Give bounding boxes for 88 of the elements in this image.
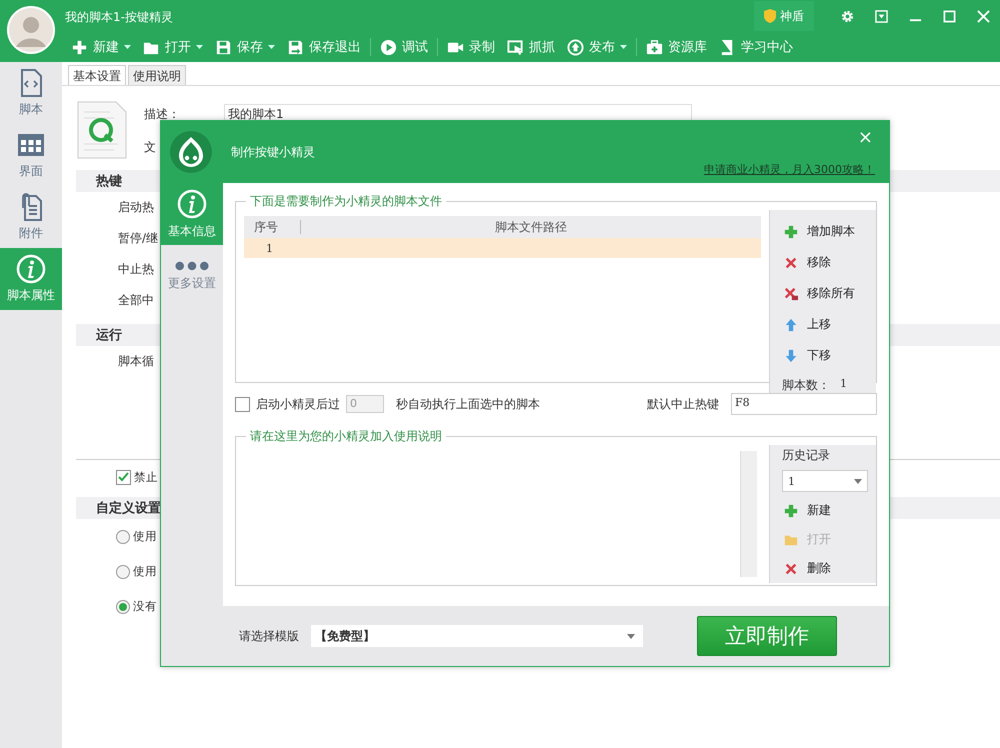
checkbox[interactable] xyxy=(235,396,250,412)
avatar[interactable] xyxy=(7,6,55,54)
radio-button[interactable] xyxy=(116,564,130,578)
close-button[interactable]: × xyxy=(856,127,875,148)
dialog-title: 制作按键小精灵 xyxy=(231,144,315,160)
action-button[interactable]: 删除 xyxy=(782,554,876,583)
column-header: 序号 xyxy=(244,220,301,234)
setting-label: 启动热 xyxy=(118,200,154,214)
info-icon xyxy=(16,254,46,284)
radio-label: 使用 xyxy=(133,564,157,579)
nav-label: 更多设置 xyxy=(168,274,216,292)
action-button[interactable]: 移除 xyxy=(782,247,876,278)
plus-icon xyxy=(784,224,798,238)
setting-label: 脚本循 xyxy=(118,354,154,368)
checkbox-label: 禁止 xyxy=(134,470,158,485)
toolbar-button[interactable]: 保存 xyxy=(209,34,281,60)
sidebar-label: 附件 xyxy=(19,225,43,242)
autorun-suffix: 秒自动执行上面选中的脚本 xyxy=(396,396,540,412)
shield-icon xyxy=(764,9,776,23)
table-cell-text: 1 xyxy=(265,242,273,254)
toolbar-button[interactable]: 发布 xyxy=(561,34,633,60)
cross-icon xyxy=(784,256,798,270)
cross-icon xyxy=(784,286,798,300)
arrow-down-icon xyxy=(784,348,798,362)
folder-icon xyxy=(784,532,798,546)
setting-label: 中止热 xyxy=(118,262,154,276)
toolbar-button[interactable]: 学习中心 xyxy=(713,34,799,60)
shield-badge[interactable]: 神盾 xyxy=(754,1,814,31)
radio-label: 使用 xyxy=(133,529,157,544)
toolbar-button[interactable]: 录制 xyxy=(441,34,501,60)
caret-icon xyxy=(854,478,862,484)
count-label: 脚本数： xyxy=(782,377,830,394)
tab[interactable]: 使用说明 xyxy=(128,65,186,85)
checkbox-label: 启动小精灵后过 xyxy=(256,396,340,412)
toolbar-button[interactable]: 抓抓 xyxy=(501,34,561,60)
hotkey-field[interactable]: F8 xyxy=(731,393,877,415)
sidebar-label: 界面 xyxy=(19,163,43,180)
plus-icon xyxy=(784,504,798,518)
checkbox[interactable] xyxy=(116,470,131,485)
template-label: 请选择模版 xyxy=(239,628,299,644)
cross-icon xyxy=(784,562,798,576)
action-button[interactable]: 移除所有 xyxy=(782,278,876,309)
sidebar-label: 脚本 xyxy=(19,101,43,118)
template-dropdown[interactable]: 【免费型】 xyxy=(311,625,643,647)
submit-button[interactable]: 立即制作 xyxy=(697,616,837,656)
upload-icon xyxy=(567,38,584,56)
sprite-logo-icon xyxy=(169,130,213,174)
group-legend: 请在这里为您的小精灵加入使用说明 xyxy=(246,428,446,445)
window-title: 我的脚本1-按键精灵 xyxy=(65,8,173,26)
info-icon xyxy=(177,188,207,218)
column-header: 脚本文件路径 xyxy=(494,218,568,236)
tab[interactable]: 基本设置 xyxy=(68,65,126,85)
radio-button[interactable] xyxy=(116,530,130,544)
toolbar-button[interactable]: 打开 xyxy=(137,34,209,60)
toolbar-button[interactable]: 调试 xyxy=(374,34,434,60)
sidebar-item[interactable]: 脚本 xyxy=(0,62,62,124)
shield-label: 神盾 xyxy=(780,8,804,24)
document-q-icon xyxy=(76,100,128,160)
dialog-nav-item[interactable]: 基本信息 xyxy=(161,183,223,245)
sidebar-label: 脚本属性 xyxy=(7,287,55,304)
count-value: 1 xyxy=(840,377,847,392)
arrow-up-icon xyxy=(784,318,798,332)
file-label: 文 xyxy=(144,139,156,156)
radio-label: 没有 xyxy=(133,599,157,614)
setting-label: 全部中 xyxy=(118,293,154,307)
hotkey-label: 默认中止热键 xyxy=(647,396,719,412)
action-button[interactable]: 增加脚本 xyxy=(782,216,876,247)
toolbar-button[interactable]: 新建 xyxy=(65,34,137,60)
sidebar-item[interactable]: 脚本属性 xyxy=(0,248,62,310)
toolbar-button[interactable]: 资源库 xyxy=(640,34,713,60)
description-label: 描述： xyxy=(144,106,181,123)
caret-icon xyxy=(627,634,635,638)
plus-icon xyxy=(71,38,88,56)
table-row[interactable]: 1 xyxy=(244,238,761,258)
dots-icon xyxy=(175,260,209,270)
sidebar-item[interactable]: 界面 xyxy=(0,124,62,186)
setting-label: 暂停/继 xyxy=(118,231,158,245)
briefcase-icon xyxy=(646,38,663,56)
dialog-nav-item[interactable]: 更多设置 xyxy=(161,245,223,307)
play-icon xyxy=(380,38,397,56)
screen-cursor-icon xyxy=(507,38,524,56)
history-label: 历史记录 xyxy=(782,447,831,464)
radio-button[interactable] xyxy=(116,600,130,614)
nav-label: 基本信息 xyxy=(168,222,216,240)
history-dropdown[interactable]: 1 xyxy=(782,470,868,492)
toolbar-button[interactable]: 保存退出 xyxy=(281,34,367,60)
sidebar-item[interactable]: 附件 xyxy=(0,186,62,248)
group-legend: 下面是需要制作为小精灵的脚本文件 xyxy=(246,193,446,210)
